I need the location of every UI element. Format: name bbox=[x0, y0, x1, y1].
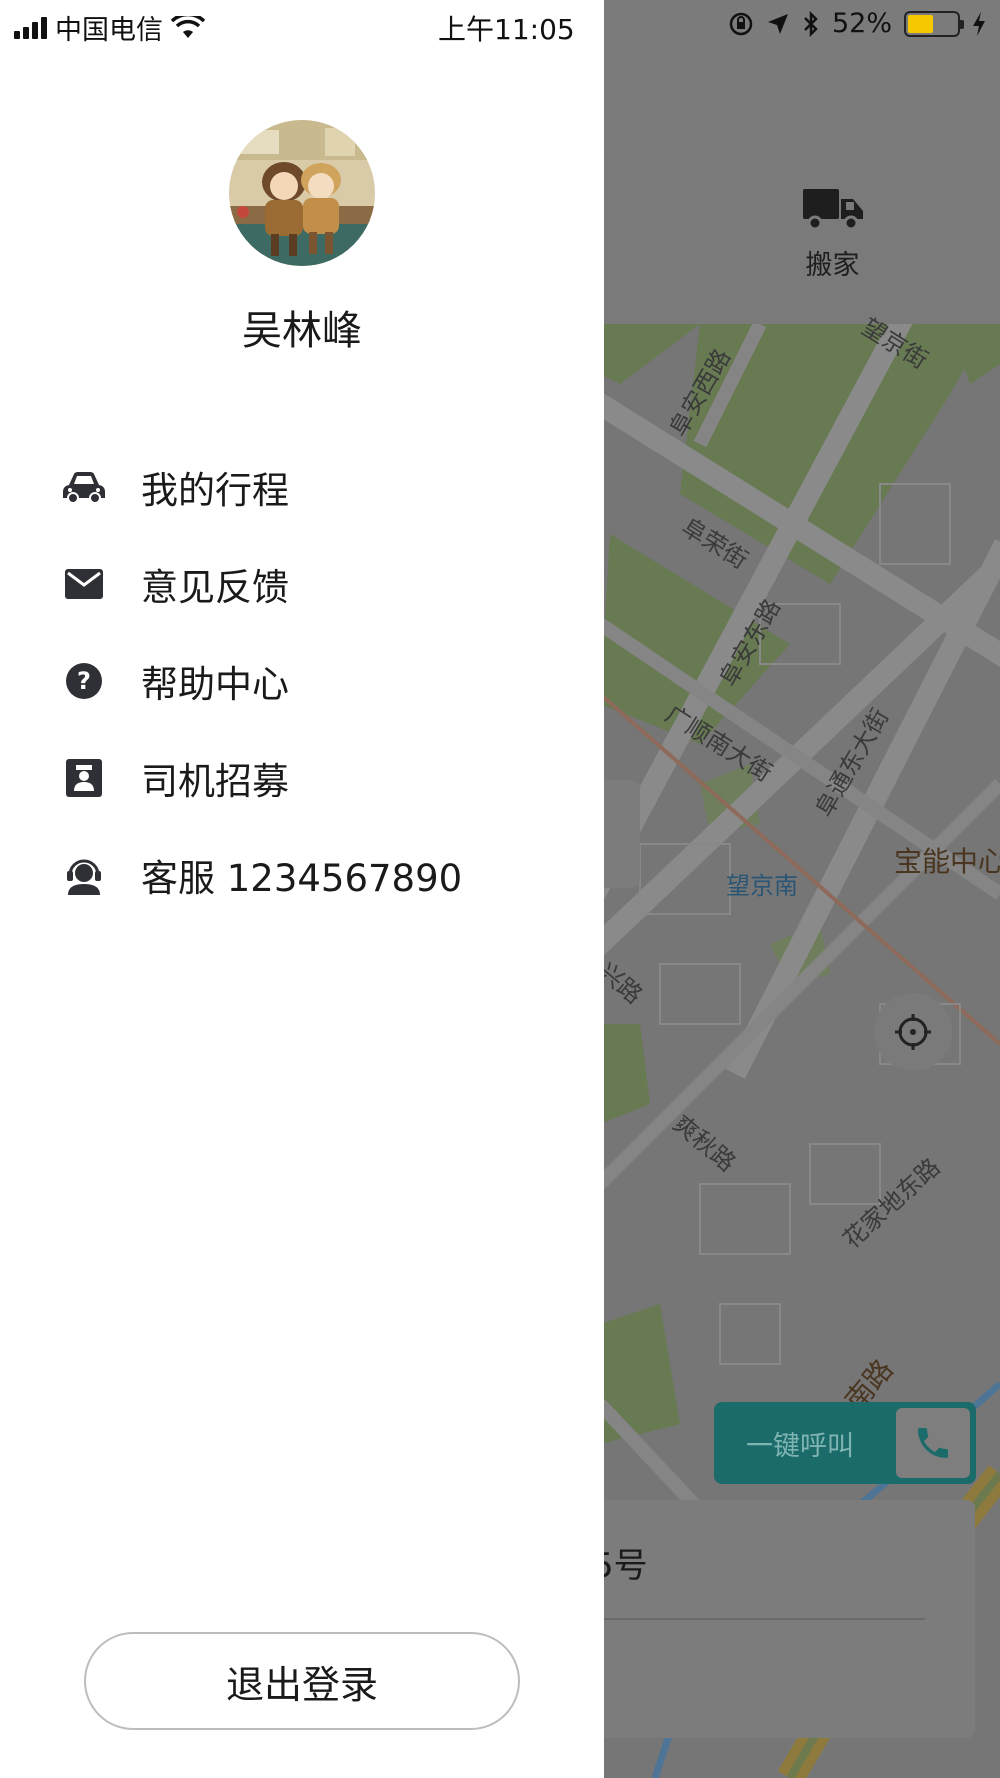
charging-icon bbox=[973, 11, 985, 36]
help-icon: ? bbox=[61, 658, 107, 704]
category-label: 搬家 bbox=[805, 250, 860, 281]
bluetooth-icon bbox=[804, 10, 818, 37]
status-time: 上午11:05 bbox=[438, 13, 575, 46]
crosshair-icon bbox=[895, 1014, 931, 1050]
menu-item-driver-recruitment[interactable]: 司机招募 bbox=[0, 729, 604, 826]
menu-label: 司机招募 bbox=[141, 759, 289, 803]
user-name: 吴林峰 bbox=[242, 308, 362, 354]
category-moving[interactable]: 搬家 bbox=[780, 185, 885, 282]
menu-item-customer-service[interactable]: 客服 1234567890 bbox=[0, 826, 604, 923]
menu-item-help-center[interactable]: ? 帮助中心 bbox=[0, 632, 604, 729]
status-bar: 中国电信 上午11:05 52% bbox=[0, 0, 1000, 50]
menu-label: 意见反馈 bbox=[141, 565, 289, 609]
mail-icon bbox=[61, 561, 107, 607]
battery-icon bbox=[904, 10, 964, 37]
signal-icon bbox=[14, 16, 47, 39]
truck-icon bbox=[802, 189, 863, 231]
station-label: 望京南 bbox=[726, 872, 798, 900]
divider bbox=[560, 1618, 925, 1620]
wifi-icon bbox=[171, 15, 205, 38]
locate-button[interactable] bbox=[874, 993, 952, 1071]
address-card[interactable]: 5号 bbox=[560, 1500, 975, 1738]
driver-icon bbox=[61, 755, 107, 801]
one-key-call-button[interactable]: 一键呼叫 bbox=[714, 1402, 976, 1484]
location-arrow-icon bbox=[767, 13, 788, 34]
menu-item-feedback[interactable]: 意见反馈 bbox=[0, 535, 604, 632]
menu-label: 我的行程 bbox=[141, 468, 289, 512]
menu-item-my-trips[interactable]: 我的行程 bbox=[0, 438, 604, 535]
avatar-image bbox=[229, 120, 375, 266]
orientation-lock-icon bbox=[729, 12, 753, 35]
battery-fill bbox=[908, 14, 933, 33]
phone-icon bbox=[918, 1428, 948, 1458]
poi-label: 宝能中心 bbox=[894, 845, 1000, 878]
menu-label: 帮助中心 bbox=[141, 662, 289, 706]
menu-label: 客服 1234567890 bbox=[141, 856, 463, 900]
avatar[interactable] bbox=[229, 120, 375, 266]
svg-text:?: ? bbox=[77, 667, 91, 695]
drawer-menu: 我的行程 意见反馈 ? 帮助中心 司机招募 客服 1234567890 bbox=[0, 438, 604, 923]
phone-icon-box bbox=[896, 1408, 970, 1478]
carrier-label: 中国电信 bbox=[55, 15, 163, 46]
battery-percent: 52% bbox=[831, 8, 892, 39]
call-label: 一键呼叫 bbox=[746, 1430, 854, 1462]
car-icon bbox=[61, 464, 107, 510]
logout-button[interactable]: 退出登录 bbox=[84, 1632, 520, 1730]
headset-icon bbox=[61, 852, 107, 898]
side-drawer: 吴林峰 我的行程 意见反馈 ? 帮助中心 司机招募 客服 1234567890 … bbox=[0, 0, 604, 1778]
